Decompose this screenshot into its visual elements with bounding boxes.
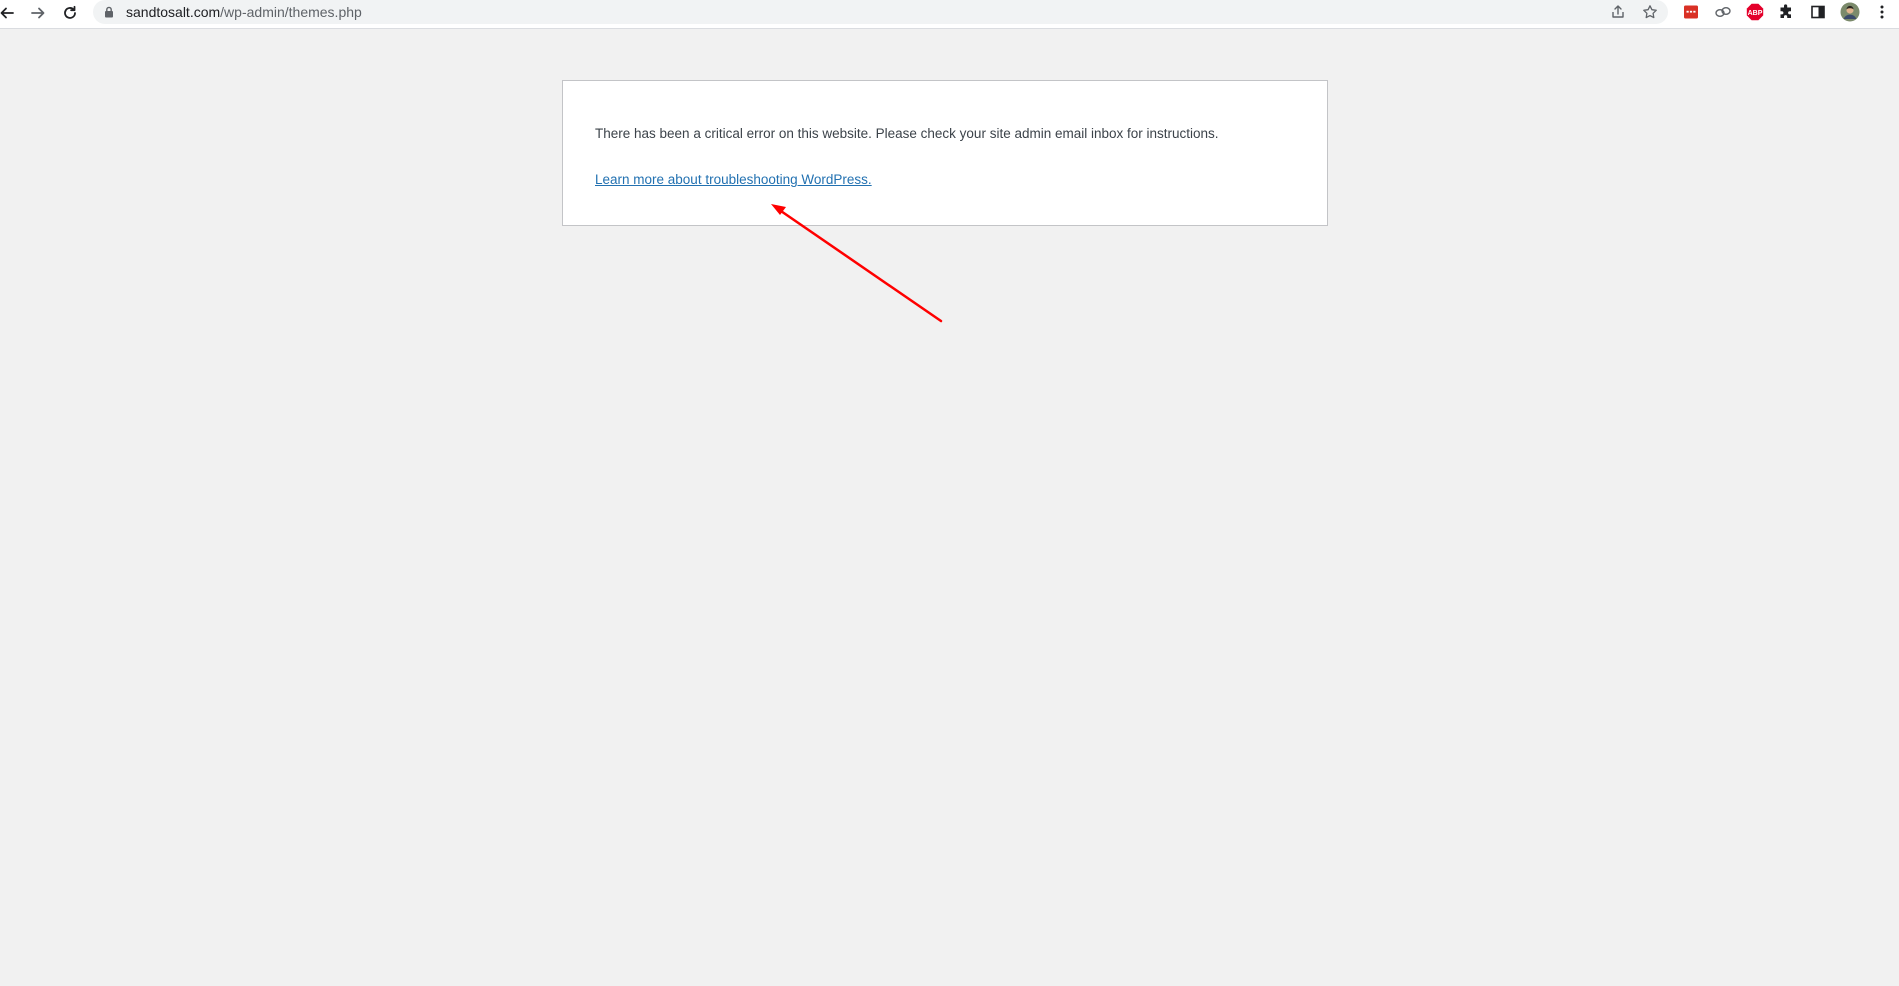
link-extension-icon[interactable]	[1713, 2, 1733, 22]
url-text[interactable]: sandtosalt.com/wp-admin/themes.php	[126, 3, 362, 21]
address-bar[interactable]: sandtosalt.com/wp-admin/themes.php	[93, 0, 1668, 24]
forward-arrow-icon[interactable]	[28, 3, 48, 23]
url-domain: sandtosalt.com	[126, 4, 221, 20]
puzzle-icon[interactable]	[1776, 2, 1796, 22]
kebab-menu-icon[interactable]	[1872, 2, 1892, 22]
url-path: /wp-admin/themes.php	[220, 4, 362, 20]
profile-avatar[interactable]	[1840, 2, 1860, 22]
abp-label: ABP	[1748, 10, 1763, 17]
share-icon[interactable]	[1608, 2, 1628, 22]
side-panel-icon[interactable]	[1808, 2, 1828, 22]
browser-toolbar: sandtosalt.com/wp-admin/themes.php ABP	[0, 0, 1899, 29]
back-arrow-icon[interactable]	[0, 3, 17, 23]
lock-icon[interactable]	[104, 5, 114, 23]
abp-icon[interactable]: ABP	[1745, 2, 1765, 22]
reload-icon[interactable]	[60, 3, 80, 23]
error-message: There has been a critical error on this …	[595, 126, 1219, 141]
troubleshooting-link[interactable]: Learn more about troubleshooting WordPre…	[595, 170, 872, 190]
star-icon[interactable]	[1640, 2, 1660, 22]
red-extension-icon[interactable]	[1681, 2, 1701, 22]
red-annotation-arrow	[771, 204, 943, 323]
